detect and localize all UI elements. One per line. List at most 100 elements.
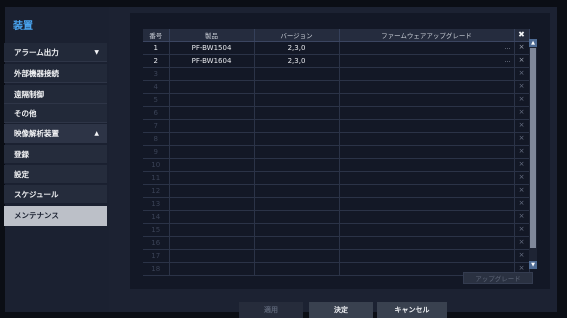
row-firmware-file[interactable] <box>339 145 515 159</box>
ok-button[interactable]: 決定 <box>309 302 373 318</box>
row-firmware-file[interactable] <box>339 132 515 146</box>
row-product <box>169 93 255 107</box>
row-firmware-file[interactable] <box>339 158 515 172</box>
row-delete-cell: × <box>514 197 530 211</box>
delete-icon[interactable]: × <box>516 224 528 235</box>
row-version <box>254 197 340 211</box>
chevron-down-icon: ▼ <box>94 49 99 56</box>
cancel-button[interactable]: キャンセル <box>377 302 447 318</box>
sidebar-item-other[interactable]: その他 <box>4 104 107 123</box>
row-version <box>254 223 340 237</box>
row-delete-cell: × <box>514 132 530 146</box>
row-version <box>254 132 340 146</box>
delete-icon[interactable]: × <box>516 159 528 170</box>
row-number: 2 <box>143 54 170 68</box>
delete-icon[interactable]: × <box>516 94 528 105</box>
row-number: 14 <box>143 210 170 224</box>
row-firmware-file[interactable] <box>339 171 515 185</box>
delete-icon[interactable]: × <box>516 107 528 118</box>
row-firmware-file[interactable]: … <box>339 41 515 55</box>
table-row[interactable]: 13 × <box>143 197 530 211</box>
row-version <box>254 171 340 185</box>
delete-icon[interactable]: × <box>516 211 528 222</box>
table-row[interactable]: 12 × <box>143 184 530 198</box>
column-header-version: バージョン <box>254 29 340 42</box>
row-firmware-file[interactable] <box>339 210 515 224</box>
row-firmware-file[interactable] <box>339 106 515 120</box>
table-row[interactable]: 7 × <box>143 119 530 133</box>
sidebar-item-remote-control[interactable]: 遠隔制御 <box>4 85 107 104</box>
row-delete-cell: × <box>514 106 530 120</box>
sidebar-item-register[interactable]: 登録 <box>4 145 107 164</box>
table-row[interactable]: 16 × <box>143 236 530 250</box>
browse-file-icon[interactable]: … <box>505 44 512 51</box>
table-row[interactable]: 2 PF-BW1604 2,3,0 … × <box>143 54 530 68</box>
delete-icon[interactable]: × <box>516 55 528 66</box>
delete-icon[interactable]: × <box>516 185 528 196</box>
table-row[interactable]: 4 × <box>143 80 530 94</box>
row-number: 15 <box>143 223 170 237</box>
scroll-thumb[interactable] <box>530 48 536 248</box>
table-row[interactable]: 14 × <box>143 210 530 224</box>
delete-icon[interactable]: × <box>516 120 528 131</box>
row-firmware-file[interactable]: … <box>339 54 515 68</box>
sidebar-item-external-device[interactable]: 外部機器接続 <box>4 64 107 83</box>
row-version <box>254 249 340 263</box>
row-firmware-file[interactable] <box>339 67 515 81</box>
delete-icon[interactable]: × <box>516 133 528 144</box>
row-firmware-file[interactable] <box>339 223 515 237</box>
sidebar-item-label: スケジュール <box>14 190 59 199</box>
row-number: 10 <box>143 158 170 172</box>
row-product <box>169 158 255 172</box>
scroll-up-icon[interactable]: ▲ <box>529 39 537 47</box>
table-row[interactable]: 15 × <box>143 223 530 237</box>
table-row[interactable]: 11 × <box>143 171 530 185</box>
table-scrollbar[interactable]: ▲ ▼ <box>529 39 537 269</box>
sidebar-item-maintenance[interactable]: メンテナンス <box>4 206 107 226</box>
row-firmware-file[interactable] <box>339 119 515 133</box>
delete-icon[interactable]: × <box>516 250 528 261</box>
table-row[interactable]: 17 × <box>143 249 530 263</box>
delete-icon[interactable]: × <box>516 42 528 53</box>
delete-icon[interactable]: × <box>516 146 528 157</box>
row-number: 18 <box>143 262 170 276</box>
delete-icon[interactable]: × <box>516 198 528 209</box>
scroll-down-icon[interactable]: ▼ <box>529 261 537 269</box>
row-firmware-file[interactable] <box>339 197 515 211</box>
delete-icon[interactable]: × <box>516 172 528 183</box>
row-firmware-file[interactable] <box>339 249 515 263</box>
sidebar-item-alarm-output[interactable]: アラーム出力 ▼ <box>4 43 107 62</box>
row-firmware-file[interactable] <box>339 80 515 94</box>
row-delete-cell: × <box>514 67 530 81</box>
row-firmware-file[interactable] <box>339 184 515 198</box>
table-row[interactable]: 9 × <box>143 145 530 159</box>
apply-button[interactable]: 適用 <box>239 302 303 318</box>
row-number: 11 <box>143 171 170 185</box>
row-number: 17 <box>143 249 170 263</box>
sidebar-item-settings[interactable]: 設定 <box>4 165 107 184</box>
table-row[interactable]: 8 × <box>143 132 530 146</box>
table-row[interactable]: 5 × <box>143 93 530 107</box>
sidebar-item-label: 登録 <box>14 150 29 159</box>
table-row[interactable]: 6 × <box>143 106 530 120</box>
row-product <box>169 197 255 211</box>
row-product <box>169 223 255 237</box>
row-delete-cell: × <box>514 249 530 263</box>
row-firmware-file[interactable] <box>339 236 515 250</box>
row-delete-cell: × <box>514 184 530 198</box>
row-number: 1 <box>143 41 170 55</box>
table-row[interactable]: 10 × <box>143 158 530 172</box>
row-delete-cell: × <box>514 54 530 68</box>
row-product <box>169 210 255 224</box>
table-row[interactable]: 1 PF-BW1504 2,3,0 … × <box>143 41 530 55</box>
delete-icon[interactable]: × <box>516 81 528 92</box>
row-firmware-file[interactable] <box>339 93 515 107</box>
upgrade-button[interactable]: アップグレード <box>463 272 533 284</box>
sidebar-item-video-analytics[interactable]: 映像解析装置 ▲ <box>4 124 107 143</box>
delete-icon[interactable]: × <box>516 68 528 79</box>
table-row[interactable]: 3 × <box>143 67 530 81</box>
browse-file-icon[interactable]: … <box>505 57 512 64</box>
delete-all-icon[interactable]: ✖ <box>514 29 530 42</box>
delete-icon[interactable]: × <box>516 237 528 248</box>
sidebar-item-schedule[interactable]: スケジュール <box>4 185 107 204</box>
